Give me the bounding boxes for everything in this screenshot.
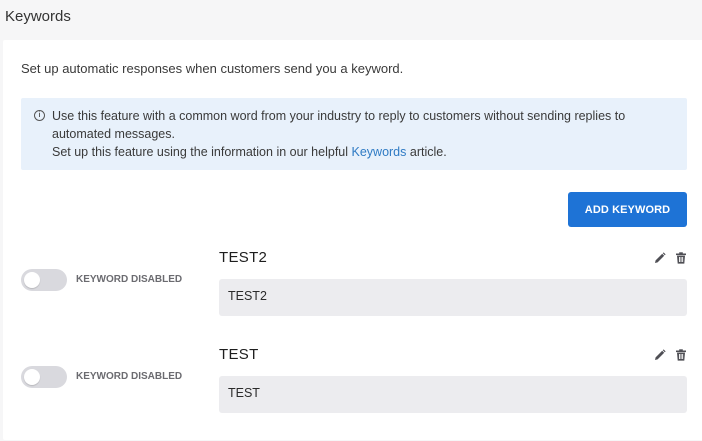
add-keyword-button[interactable]: ADD KEYWORD — [568, 192, 687, 227]
keywords-card: Set up automatic responses when customer… — [3, 40, 702, 440]
pencil-icon[interactable] — [654, 349, 666, 361]
info-line-2-prefix: Set up this feature using the informatio… — [52, 145, 352, 159]
keyword-status-label: KEYWORD DISABLED — [76, 371, 183, 382]
keyword-name: TEST — [219, 346, 259, 363]
keyword-row: KEYWORD DISABLED TEST TEST — [3, 341, 702, 421]
info-line-2-suffix: article. — [406, 145, 447, 159]
keyword-toggle[interactable] — [21, 269, 67, 291]
keyword-row: KEYWORD DISABLED TEST2 TEST2 — [3, 244, 702, 324]
toggle-knob — [24, 369, 40, 385]
keyword-name: TEST2 — [219, 249, 268, 266]
page-title: Keywords — [5, 8, 71, 25]
intro-text: Set up automatic responses when customer… — [21, 61, 404, 76]
keyword-response-field: TEST2 — [219, 279, 687, 316]
keyword-toggle[interactable] — [21, 366, 67, 388]
info-circle-icon: i — [34, 110, 45, 121]
pencil-icon[interactable] — [654, 252, 666, 264]
keyword-response-field: TEST — [219, 376, 687, 413]
keyword-status-label: KEYWORD DISABLED — [76, 274, 183, 285]
trash-icon[interactable] — [675, 349, 687, 361]
info-banner: i Use this feature with a common word fr… — [21, 98, 687, 170]
trash-icon[interactable] — [675, 252, 687, 264]
keywords-article-link[interactable]: Keywords — [352, 145, 407, 159]
info-line-2: Set up this feature using the informatio… — [52, 143, 675, 161]
info-line-1: Use this feature with a common word from… — [52, 109, 626, 141]
toggle-knob — [24, 272, 40, 288]
